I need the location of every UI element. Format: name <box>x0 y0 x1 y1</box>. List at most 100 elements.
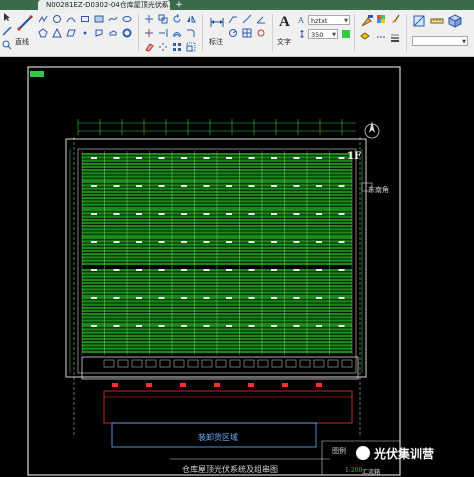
polyline-icon[interactable] <box>38 14 48 24</box>
string-label-mark <box>316 185 322 187</box>
legend-title: 图例 <box>332 447 346 455</box>
text-color-icon[interactable] <box>341 29 351 39</box>
callout-label: 东南角 <box>368 186 389 194</box>
ribbon-separator <box>202 14 203 52</box>
offset-tool-icon[interactable] <box>172 28 182 38</box>
draw-line-label[interactable]: 直线 <box>15 37 29 47</box>
string-label-mark <box>136 297 142 299</box>
annex-bay <box>173 359 185 368</box>
pointer-icon[interactable] <box>2 12 12 22</box>
hatch-tool-icon[interactable] <box>94 14 104 24</box>
drawing-canvas[interactable]: 1F 东南角 装卸货区域 仓库屋顶光伏系统及组串图 图例 1:200 汇流箱 光… <box>0 57 474 477</box>
cad-app-window: N00281EZ-D0302-04仓库屋顶光伏系... × + 直线 标注 A … <box>0 0 474 477</box>
string-label-mark <box>248 297 255 299</box>
spline-tool-icon[interactable] <box>108 14 118 24</box>
layer-select[interactable]: ▼ <box>412 36 468 46</box>
text-height-icon <box>300 30 304 38</box>
circle-tool-icon[interactable] <box>52 14 62 24</box>
zone-label: 装卸货区域 <box>198 433 238 442</box>
string-label-mark <box>338 213 345 215</box>
array-tool-icon[interactable] <box>172 42 182 52</box>
leader-tool-icon[interactable] <box>228 14 238 24</box>
close-tab-icon[interactable]: × <box>160 0 166 10</box>
annex-bay <box>187 359 199 368</box>
text-style-icon[interactable]: A <box>279 14 290 31</box>
font-icon: A <box>297 16 304 25</box>
rectangle-tool-icon[interactable] <box>80 14 90 24</box>
string-label-mark <box>338 157 345 159</box>
layer-icon[interactable] <box>360 32 370 42</box>
annex-outline <box>81 356 359 380</box>
cloud-tool-icon[interactable] <box>108 28 118 38</box>
string-label-mark <box>91 185 97 187</box>
linetype-icon[interactable] <box>376 32 386 42</box>
mirror-tool-icon[interactable] <box>186 14 196 24</box>
line-tool-icon[interactable] <box>2 26 12 36</box>
annex-bay <box>271 359 283 368</box>
block-insert-icon[interactable] <box>412 14 426 28</box>
annex-bay <box>117 359 129 368</box>
brush-icon[interactable] <box>390 14 400 24</box>
combiner-box <box>248 383 254 387</box>
string-label-mark <box>248 325 255 327</box>
string-label-mark <box>158 297 165 299</box>
cad-drawing[interactable] <box>0 57 474 477</box>
annex-bay <box>215 359 227 368</box>
legend-item-label: 汇流箱 <box>362 469 381 476</box>
triangle-tool-icon[interactable] <box>52 28 62 38</box>
arc-tool-icon[interactable] <box>66 14 76 24</box>
table-tool-icon[interactable] <box>242 28 252 38</box>
point-tool-icon[interactable] <box>80 28 90 38</box>
text-size-select[interactable]: 350 ▼ <box>308 29 338 39</box>
region-tool-icon[interactable] <box>94 28 104 38</box>
string-label-mark <box>158 269 165 271</box>
chevron-down-icon: ▼ <box>344 18 348 24</box>
revision-cloud-icon[interactable] <box>256 28 266 38</box>
fillet-tool-icon[interactable] <box>186 28 196 38</box>
string-label-mark <box>113 185 120 187</box>
annex-bay <box>341 359 353 368</box>
move-tool-icon[interactable] <box>144 14 154 24</box>
erase-tool-icon[interactable] <box>144 42 154 52</box>
ribbon-separator <box>354 14 355 52</box>
match-properties-icon[interactable] <box>360 14 374 28</box>
view-cube-icon[interactable] <box>448 14 462 28</box>
measure-icon[interactable] <box>430 14 444 28</box>
string-label-mark <box>136 213 142 215</box>
document-tab[interactable]: N00281EZ-D0302-04仓库屋顶光伏系... × <box>38 0 170 10</box>
rotate-tool-icon[interactable] <box>172 14 182 24</box>
draw-line-icon[interactable] <box>16 14 34 32</box>
polygon-tool-icon[interactable] <box>38 28 48 38</box>
string-label-mark <box>338 325 345 327</box>
donut-tool-icon[interactable] <box>122 28 132 38</box>
loading-zone-outline <box>103 390 353 424</box>
text-size-value: 350 <box>311 31 324 39</box>
annex-bay <box>257 359 269 368</box>
text-label[interactable]: 文字 <box>277 37 291 47</box>
radius-dimension-icon[interactable] <box>228 28 238 38</box>
annex-bay <box>285 359 297 368</box>
string-label-mark <box>293 213 300 215</box>
string-label-mark <box>181 213 187 215</box>
string-label-mark <box>226 269 232 271</box>
font-select[interactable]: hztxt ▼ <box>308 15 350 25</box>
new-tab-button[interactable]: + <box>174 0 184 10</box>
explode-tool-icon[interactable] <box>158 42 168 52</box>
trim-tool-icon[interactable] <box>144 28 154 38</box>
dimension-icon[interactable] <box>209 14 225 30</box>
scale-tool-icon[interactable] <box>186 42 196 52</box>
string-label-mark <box>158 213 165 215</box>
color-picker-icon[interactable] <box>376 14 386 24</box>
lineweight-icon[interactable] <box>390 32 400 42</box>
aligned-dimension-icon[interactable] <box>242 14 252 24</box>
extend-tool-icon[interactable] <box>158 28 168 38</box>
ellipse-tool-icon[interactable] <box>122 14 132 24</box>
copy-tool-icon[interactable] <box>158 14 168 24</box>
string-label-mark <box>181 269 187 271</box>
document-tab-bar: N00281EZ-D0302-04仓库屋顶光伏系... × + <box>0 0 474 10</box>
angular-dimension-icon[interactable] <box>256 14 266 24</box>
annotate-label[interactable]: 标注 <box>209 37 223 47</box>
parallelogram-tool-icon[interactable] <box>66 28 76 38</box>
annex-bay <box>299 359 311 368</box>
zoom-icon[interactable] <box>2 40 12 50</box>
